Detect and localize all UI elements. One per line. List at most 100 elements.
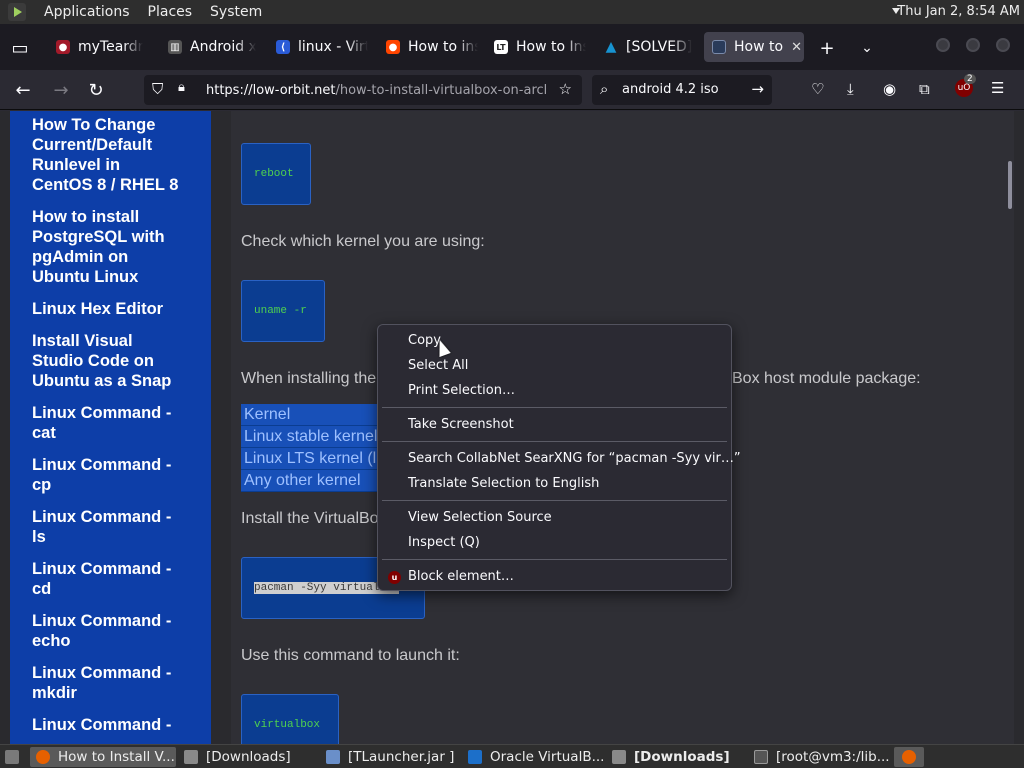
url-text[interactable]: https://low-orbit.net/how-to-install-vir… xyxy=(206,83,546,98)
window-close-button[interactable] xyxy=(996,38,1010,52)
table-row: Any other kernel xyxy=(241,470,381,492)
taskbar-item-downloads-bold[interactable]: [Downloads] xyxy=(606,747,746,767)
sidebar-link-vscode-snap[interactable]: Install Visual Studio Code on Ubuntu as a … xyxy=(32,331,202,391)
taskbar-item-virtualbox[interactable]: Oracle VirtualB... xyxy=(462,747,604,767)
code-block-virtualbox[interactable]: virtualbox xyxy=(241,694,339,744)
sidebar-link-next[interactable]: Linux Command -... xyxy=(32,715,202,744)
clock[interactable]: Thu Jan 2, 8:54 AM xyxy=(897,4,1020,19)
tab-favicon-icon: ⟨ xyxy=(276,40,290,54)
menu-item-select-all[interactable]: Select All xyxy=(408,358,468,373)
close-tab-icon[interactable]: ✕ xyxy=(791,40,802,55)
tab-solved[interactable]: ▲ [SOLVED] xyxy=(596,32,696,62)
folder-icon xyxy=(184,750,198,764)
back-arrow-icon[interactable]: ← xyxy=(12,79,34,101)
taskbar-item-downloads[interactable]: [Downloads] xyxy=(178,747,318,767)
tab-android[interactable]: ▥ Android x8 xyxy=(160,32,256,62)
taskbar-item-firefox[interactable]: How to Install V... xyxy=(30,747,176,767)
tab-strip: ▭ ● myTeardr ▥ Android x8 ⟨ linux - Virt… xyxy=(0,24,1024,70)
page-scrollbar[interactable] xyxy=(1008,161,1012,209)
sidebar-link-hex-editor[interactable]: Linux Hex Editor xyxy=(32,299,202,319)
firefox-icon xyxy=(36,750,50,764)
menu-applications[interactable]: Applications xyxy=(44,4,130,20)
search-bar[interactable]: ⌕ android 4.2 iso → xyxy=(592,75,772,105)
firefox-icon xyxy=(902,750,916,764)
tab-favicon-icon xyxy=(712,40,726,54)
kernel-table: Kernel Linux stable kernel Linux LTS ker… xyxy=(241,404,381,492)
menu-item-search-searxng[interactable]: Search CollabNet SearXNG for “pacman -Sy… xyxy=(408,451,741,466)
sidebar-link-mkdir[interactable]: Linux Command - mkdir xyxy=(32,663,202,703)
paragraph-when-installing-tail: Box host module package: xyxy=(732,370,921,387)
folder-icon xyxy=(612,750,626,764)
menu-separator xyxy=(382,559,727,560)
paragraph-check-kernel: Check which kernel you are using: xyxy=(241,233,485,250)
reddit-icon: ● xyxy=(386,40,400,54)
menu-places[interactable]: Places xyxy=(148,4,193,20)
sidebar: How To Change Current/Default Runlevel in C… xyxy=(10,111,211,744)
menu-item-print-selection[interactable]: Print Selection… xyxy=(408,383,515,398)
menu-system[interactable]: System xyxy=(210,4,262,20)
menu-separator xyxy=(382,500,727,501)
sidebar-link-postgresql[interactable]: How to install PostgreSQL with pgAdmin on U… xyxy=(32,207,202,287)
window-minimize-button[interactable] xyxy=(936,38,950,52)
menu-separator xyxy=(382,407,727,408)
tab-myteardr[interactable]: ● myTeardr xyxy=(48,32,144,62)
extensions-puzzle-icon[interactable]: ⧉ xyxy=(919,80,930,98)
java-icon xyxy=(326,750,340,764)
taskbar-item-terminal[interactable]: [root@vm3:/lib... xyxy=(748,747,890,767)
bottom-taskbar: How to Install V... [Downloads] [TLaunch… xyxy=(0,744,1024,768)
new-tab-button[interactable]: + xyxy=(817,38,837,59)
tab-favicon-icon: ▥ xyxy=(168,40,182,54)
code-block-uname[interactable]: uname -r xyxy=(241,280,325,342)
tab-linux-virt[interactable]: ⟨ linux - Virt xyxy=(268,32,368,62)
menu-item-view-selection-source[interactable]: View Selection Source xyxy=(408,510,552,525)
hamburger-menu-icon[interactable]: ☰ xyxy=(991,79,1004,97)
tab-how-to-active[interactable]: How to ✕ xyxy=(704,32,804,62)
paragraph-launch: Use this command to launch it: xyxy=(241,647,460,664)
search-input[interactable]: android 4.2 iso xyxy=(622,82,719,97)
lock-icon[interactable]: 🔒︎ xyxy=(178,80,185,95)
menu-separator xyxy=(382,441,727,442)
taskbar-firefox-launcher[interactable] xyxy=(894,747,924,767)
sidebar-link-cd[interactable]: Linux Command - cd xyxy=(32,559,202,599)
navigation-toolbar: ← → ↻ ⛉ 🔒︎ https://low-orbit.net/how-to-… xyxy=(0,70,1024,110)
account-icon[interactable]: ◉ xyxy=(883,80,896,98)
menu-item-block-element[interactable]: Block element… xyxy=(408,569,514,584)
forward-arrow-icon[interactable]: → xyxy=(50,79,72,101)
arch-icon: ▲ xyxy=(605,39,617,55)
table-row: Linux LTS kernel (li xyxy=(241,448,381,470)
url-bar[interactable]: ⛉ 🔒︎ https://low-orbit.net/how-to-instal… xyxy=(144,75,582,105)
list-tabs-chevron-icon[interactable]: ⌄ xyxy=(857,38,877,58)
applications-logo-icon[interactable] xyxy=(8,3,26,21)
tab-overview-icon[interactable]: ▭ xyxy=(10,38,30,59)
table-row: Linux stable kernel xyxy=(241,426,381,448)
sidebar-link-echo[interactable]: Linux Command - echo xyxy=(32,611,202,651)
tab-how-to-ins-reddit[interactable]: ● How to ins xyxy=(378,32,478,62)
top-panel: Applications Places System Thu Jan 2, 8:… xyxy=(0,0,1024,24)
terminal-icon xyxy=(754,750,768,764)
search-icon: ⌕ xyxy=(600,80,609,98)
taskbar-item-tlauncher[interactable]: [TLauncher.jar ] xyxy=(320,747,460,767)
reload-icon[interactable]: ↻ xyxy=(85,79,107,101)
ublock-badge: 2 xyxy=(964,74,976,84)
menu-item-translate[interactable]: Translate Selection to English xyxy=(408,476,599,491)
window-maximize-button[interactable] xyxy=(966,38,980,52)
shield-icon[interactable]: ⛉ xyxy=(152,80,163,98)
downloads-icon[interactable]: ⤓ xyxy=(847,80,854,98)
tab-favicon-icon: LT xyxy=(494,40,508,54)
show-desktop-icon[interactable] xyxy=(2,747,22,767)
tab-how-to-ins-lt[interactable]: LT How to Ins xyxy=(486,32,586,62)
sidebar-link-ls[interactable]: Linux Command - ls xyxy=(32,507,202,547)
pocket-icon[interactable]: ♡ xyxy=(811,80,824,98)
sidebar-link-cat[interactable]: Linux Command - cat xyxy=(32,403,202,443)
virtualbox-icon xyxy=(468,750,482,764)
sidebar-link-change-runlevel[interactable]: How To Change Current/Default Runlevel in C… xyxy=(32,115,202,195)
tab-favicon-icon: ● xyxy=(56,40,70,54)
ublock-origin-icon: u xyxy=(388,571,401,584)
sidebar-link-cp[interactable]: Linux Command - cp xyxy=(32,455,202,495)
bookmark-star-icon[interactable]: ☆ xyxy=(559,80,572,98)
paragraph-install-vbox: Install the VirtualBo xyxy=(241,510,379,527)
code-block-reboot[interactable]: reboot xyxy=(241,143,311,205)
menu-item-inspect[interactable]: Inspect (Q) xyxy=(408,535,480,550)
menu-item-take-screenshot[interactable]: Take Screenshot xyxy=(408,417,514,432)
search-go-arrow-icon[interactable]: → xyxy=(751,80,764,98)
